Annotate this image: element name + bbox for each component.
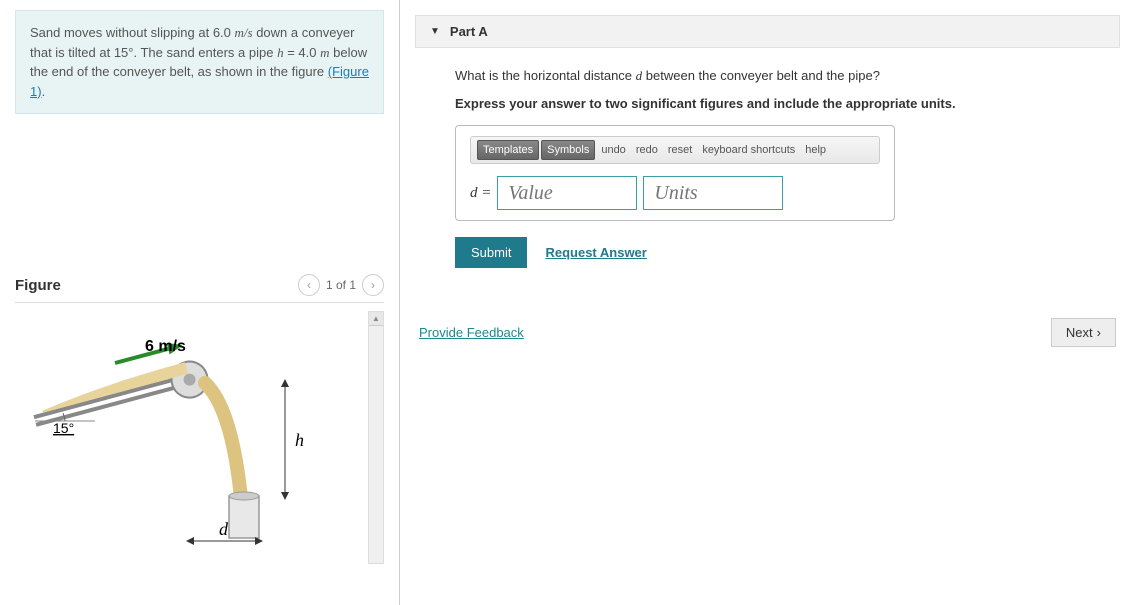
help-button[interactable]: help [801, 142, 830, 158]
templates-button[interactable]: Templates [477, 140, 539, 160]
part-title: Part A [450, 24, 488, 39]
submit-button[interactable]: Submit [455, 237, 527, 268]
provide-feedback-link[interactable]: Provide Feedback [419, 325, 524, 340]
symbols-button[interactable]: Symbols [541, 140, 595, 160]
instruction-text: Express your answer to two significant f… [455, 96, 1080, 111]
left-panel: Sand moves without slipping at 6.0 m/s d… [0, 0, 400, 605]
problem-statement: Sand moves without slipping at 6.0 m/s d… [15, 10, 384, 114]
figure-nav-text: 1 of 1 [326, 278, 356, 292]
figure-next-button[interactable]: › [362, 274, 384, 296]
figure-h-label: h [295, 430, 304, 450]
scroll-up-icon[interactable]: ▲ [369, 312, 383, 326]
reset-button[interactable]: reset [664, 142, 696, 158]
figure-speed-label: 6 m/s [145, 338, 186, 355]
answer-box: Templates Symbols undo redo reset keyboa… [455, 125, 895, 221]
figure-title: Figure [15, 277, 61, 294]
chevron-right-icon: › [1097, 325, 1101, 340]
problem-text: Sand moves without slipping at [30, 25, 213, 40]
undo-button[interactable]: undo [597, 142, 629, 158]
speed-value: 6.0 [213, 25, 231, 40]
right-panel: ▼ Part A What is the horizontal distance… [400, 0, 1135, 605]
next-label: Next [1066, 325, 1093, 340]
caret-down-icon: ▼ [430, 26, 440, 37]
units-input[interactable] [643, 176, 783, 210]
angle-value: 15° [114, 45, 134, 60]
figure-section: Figure ‹ 1 of 1 › [15, 274, 384, 564]
speed-unit: m/s [235, 25, 253, 40]
answer-toolbar: Templates Symbols undo redo reset keyboa… [470, 136, 880, 164]
figure-image: 6 m/s 15° [15, 311, 364, 564]
value-input[interactable] [497, 176, 637, 210]
answer-label: d = [470, 185, 491, 202]
figure-scrollbar[interactable]: ▲ [368, 311, 384, 564]
request-answer-link[interactable]: Request Answer [545, 245, 646, 260]
figure-prev-button[interactable]: ‹ [298, 274, 320, 296]
h-value: 4.0 [298, 45, 316, 60]
h-unit: m [320, 45, 329, 60]
figure-d-label: d [219, 519, 229, 539]
part-header[interactable]: ▼ Part A [415, 15, 1120, 48]
period: . [42, 84, 46, 99]
question-text: What is the horizontal distance d betwee… [455, 68, 1080, 84]
keyboard-shortcuts-button[interactable]: keyboard shortcuts [698, 142, 799, 158]
figure-angle-label: 15° [53, 420, 74, 436]
redo-button[interactable]: redo [632, 142, 662, 158]
next-button[interactable]: Next › [1051, 318, 1116, 347]
equals: = [284, 45, 299, 60]
problem-text: . The sand enters a pipe [134, 45, 278, 60]
